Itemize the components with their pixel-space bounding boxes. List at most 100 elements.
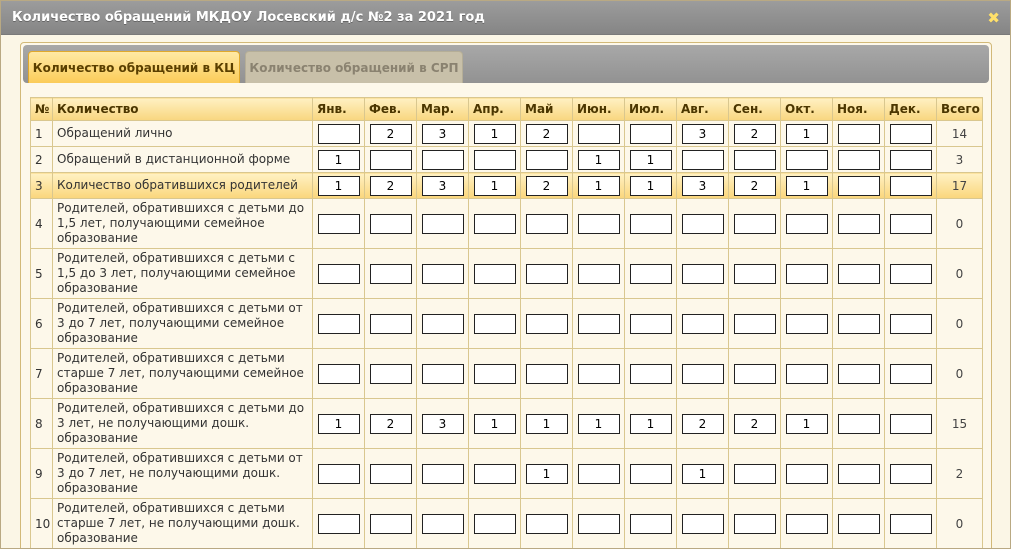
month-value-input[interactable]: 1	[473, 175, 516, 196]
month-value-input[interactable]	[837, 123, 880, 144]
month-value-input[interactable]: 1	[681, 463, 724, 484]
month-value-input[interactable]	[785, 313, 828, 334]
month-value-input[interactable]	[889, 213, 932, 234]
month-value-input[interactable]: 3	[681, 123, 724, 144]
month-value-input[interactable]: 1	[785, 123, 828, 144]
tab-srp[interactable]: Количество обращений в СРП	[245, 51, 463, 83]
month-value-input[interactable]	[421, 463, 464, 484]
tab-kc[interactable]: Количество обращений в КЦ	[28, 51, 240, 83]
month-value-input[interactable]	[369, 313, 412, 334]
month-value-input[interactable]	[837, 463, 880, 484]
month-value-input[interactable]	[733, 463, 776, 484]
month-value-input[interactable]: 1	[629, 413, 672, 434]
month-value-input[interactable]	[889, 175, 932, 196]
month-value-input[interactable]	[629, 263, 672, 284]
month-value-input[interactable]	[473, 463, 516, 484]
month-value-input[interactable]	[577, 123, 620, 144]
month-value-input[interactable]	[525, 313, 568, 334]
month-value-input[interactable]: 2	[369, 175, 412, 196]
dialog-titlebar[interactable]: Количество обращений МКДОУ Лосевский д/с…	[1, 1, 1010, 35]
month-value-input[interactable]: 1	[317, 175, 360, 196]
month-value-input[interactable]	[837, 149, 880, 170]
month-value-input[interactable]: 1	[577, 149, 620, 170]
month-value-input[interactable]	[473, 513, 516, 534]
month-value-input[interactable]	[317, 123, 360, 144]
month-value-input[interactable]	[369, 149, 412, 170]
month-value-input[interactable]	[889, 263, 932, 284]
month-value-input[interactable]: 1	[473, 123, 516, 144]
month-value-input[interactable]	[629, 513, 672, 534]
month-value-input[interactable]	[369, 463, 412, 484]
month-value-input[interactable]: 3	[681, 175, 724, 196]
month-value-input[interactable]	[785, 149, 828, 170]
month-value-input[interactable]	[785, 263, 828, 284]
month-value-input[interactable]	[733, 149, 776, 170]
month-value-input[interactable]	[889, 149, 932, 170]
month-value-input[interactable]	[629, 213, 672, 234]
month-value-input[interactable]	[733, 363, 776, 384]
month-value-input[interactable]: 1	[525, 463, 568, 484]
month-value-input[interactable]	[421, 149, 464, 170]
month-value-input[interactable]: 1	[785, 175, 828, 196]
month-value-input[interactable]	[681, 513, 724, 534]
month-value-input[interactable]	[837, 263, 880, 284]
month-value-input[interactable]	[525, 363, 568, 384]
month-value-input[interactable]	[837, 175, 880, 196]
month-value-input[interactable]: 1	[785, 413, 828, 434]
month-value-input[interactable]	[681, 213, 724, 234]
month-value-input[interactable]	[421, 313, 464, 334]
month-value-input[interactable]	[629, 123, 672, 144]
month-value-input[interactable]: 2	[733, 175, 776, 196]
month-value-input[interactable]: 2	[733, 413, 776, 434]
month-value-input[interactable]: 1	[317, 413, 360, 434]
month-value-input[interactable]	[473, 313, 516, 334]
month-value-input[interactable]	[577, 513, 620, 534]
month-value-input[interactable]	[889, 513, 932, 534]
month-value-input[interactable]	[369, 263, 412, 284]
month-value-input[interactable]	[889, 313, 932, 334]
month-value-input[interactable]	[577, 463, 620, 484]
month-value-input[interactable]	[785, 363, 828, 384]
month-value-input[interactable]: 1	[629, 149, 672, 170]
month-value-input[interactable]	[421, 263, 464, 284]
month-value-input[interactable]	[577, 313, 620, 334]
month-value-input[interactable]	[525, 263, 568, 284]
close-icon[interactable]: ✖	[987, 9, 1000, 27]
month-value-input[interactable]	[681, 149, 724, 170]
month-value-input[interactable]: 2	[525, 175, 568, 196]
month-value-input[interactable]	[317, 213, 360, 234]
month-value-input[interactable]	[785, 463, 828, 484]
month-value-input[interactable]	[421, 213, 464, 234]
month-value-input[interactable]: 1	[629, 175, 672, 196]
month-value-input[interactable]	[837, 513, 880, 534]
month-value-input[interactable]	[681, 363, 724, 384]
month-value-input[interactable]	[369, 363, 412, 384]
month-value-input[interactable]	[317, 313, 360, 334]
month-value-input[interactable]	[785, 213, 828, 234]
month-value-input[interactable]	[473, 363, 516, 384]
month-value-input[interactable]: 3	[421, 123, 464, 144]
month-value-input[interactable]: 1	[577, 413, 620, 434]
month-value-input[interactable]	[629, 313, 672, 334]
month-value-input[interactable]	[629, 363, 672, 384]
month-value-input[interactable]	[473, 213, 516, 234]
month-value-input[interactable]: 2	[369, 413, 412, 434]
month-value-input[interactable]	[317, 513, 360, 534]
month-value-input[interactable]	[525, 213, 568, 234]
month-value-input[interactable]: 1	[473, 413, 516, 434]
month-value-input[interactable]: 1	[525, 413, 568, 434]
month-value-input[interactable]: 2	[369, 123, 412, 144]
month-value-input[interactable]	[317, 463, 360, 484]
month-value-input[interactable]	[369, 513, 412, 534]
month-value-input[interactable]	[577, 363, 620, 384]
month-value-input[interactable]	[889, 363, 932, 384]
month-value-input[interactable]	[369, 213, 412, 234]
month-value-input[interactable]	[577, 263, 620, 284]
month-value-input[interactable]	[889, 463, 932, 484]
month-value-input[interactable]	[733, 513, 776, 534]
month-value-input[interactable]	[733, 263, 776, 284]
month-value-input[interactable]: 2	[733, 123, 776, 144]
month-value-input[interactable]	[889, 123, 932, 144]
month-value-input[interactable]: 3	[421, 413, 464, 434]
month-value-input[interactable]	[317, 263, 360, 284]
